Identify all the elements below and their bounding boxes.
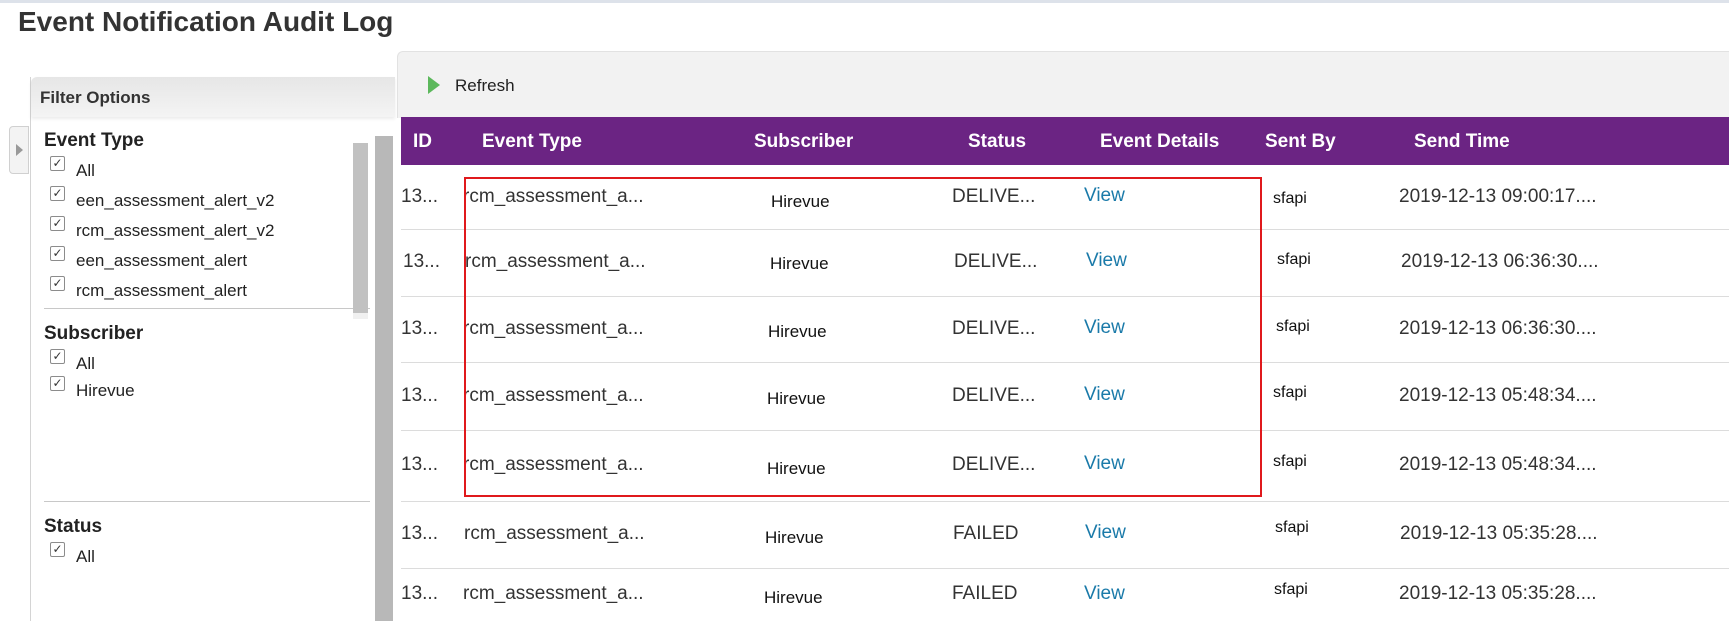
filter-option-label: een_assessment_alert_v2 [76, 191, 275, 210]
column-header-subscriber[interactable]: Subscriber [754, 131, 853, 153]
checkmark-icon[interactable]: ✓ [50, 216, 65, 231]
table-row[interactable]: 13... rcm_assessment_a... Hirevue DELIVE… [401, 297, 1729, 363]
cell-event-type: rcm_assessment_a... [463, 186, 644, 207]
filter-option-label: All [76, 354, 95, 373]
column-header-event-type[interactable]: Event Type [482, 131, 582, 153]
cell-send-time: 2019-12-13 05:48:34.... [1399, 385, 1597, 406]
cell-status: FAILED [953, 523, 1019, 544]
cell-sent-by: sfapi [1276, 318, 1310, 335]
filter-group-event-type-title: Event Type [44, 130, 144, 151]
cell-subscriber: Hirevue [771, 192, 830, 211]
checkmark-icon[interactable]: ✓ [50, 376, 65, 391]
table-row[interactable]: 13... rcm_assessment_a... Hirevue DELIVE… [401, 431, 1729, 502]
play-triangle-icon [428, 76, 440, 94]
cell-id: 13... [401, 454, 438, 475]
chevron-right-icon [16, 144, 23, 156]
cell-status: DELIVE... [952, 385, 1036, 406]
filter-option-label: All [76, 161, 95, 180]
cell-sent-by: sfapi [1277, 251, 1311, 268]
checkmark-icon[interactable]: ✓ [50, 156, 65, 171]
grid-toolbar: Refresh [397, 51, 1729, 118]
checkmark-icon[interactable]: ✓ [50, 186, 65, 201]
table-row[interactable]: 13... rcm_assessment_a... Hirevue DELIVE… [401, 165, 1729, 230]
filter-group-subscriber-title: Subscriber [44, 323, 144, 344]
filter-collapse-handle[interactable] [9, 126, 29, 174]
column-header-send-time[interactable]: Send Time [1414, 131, 1510, 153]
cell-subscriber: Hirevue [770, 254, 829, 273]
cell-send-time: 2019-12-13 05:48:34.... [1399, 454, 1597, 475]
checkmark-icon[interactable]: ✓ [50, 542, 65, 557]
audit-log-grid: Refresh ID Event Type Subscriber Status … [397, 51, 1729, 621]
column-header-event-details[interactable]: Event Details [1100, 131, 1219, 153]
cell-subscriber: Hirevue [768, 322, 827, 341]
table-row[interactable]: 13... rcm_assessment_a... Hirevue DELIVE… [401, 363, 1729, 431]
filter-header-label: Filter Options [40, 88, 151, 107]
table-row[interactable]: 13... rcm_assessment_a... Hirevue FAILED… [401, 569, 1729, 621]
cell-send-time: 2019-12-13 06:36:30.... [1399, 318, 1597, 339]
refresh-label: Refresh [455, 76, 515, 95]
view-details-link[interactable]: View [1084, 384, 1125, 406]
filter-option-label: Hirevue [76, 381, 135, 400]
checkmark-icon[interactable]: ✓ [50, 246, 65, 261]
cell-event-type: rcm_assessment_a... [463, 583, 644, 604]
checkmark-icon[interactable]: ✓ [50, 276, 65, 291]
table-header: ID Event Type Subscriber Status Event De… [401, 117, 1729, 165]
cell-status: DELIVE... [952, 186, 1036, 207]
column-header-sent-by[interactable]: Sent By [1265, 131, 1336, 153]
filter-option-label: rcm_assessment_alert_v2 [76, 221, 275, 240]
cell-subscriber: Hirevue [765, 528, 824, 547]
cell-send-time: 2019-12-13 05:35:28.... [1399, 583, 1597, 604]
cell-status: DELIVE... [954, 251, 1038, 272]
cell-sent-by: sfapi [1273, 384, 1307, 401]
cell-event-type: rcm_assessment_a... [463, 318, 644, 339]
cell-event-type: rcm_assessment_a... [463, 385, 644, 406]
cell-send-time: 2019-12-13 05:35:28.... [1400, 523, 1598, 544]
table-row[interactable]: 13... rcm_assessment_a... Hirevue DELIVE… [401, 230, 1729, 297]
table-row[interactable]: 13... rcm_assessment_a... Hirevue FAILED… [401, 502, 1729, 569]
checkmark-icon[interactable]: ✓ [50, 349, 65, 364]
panel-scrollbar[interactable] [375, 136, 393, 621]
view-details-link[interactable]: View [1085, 522, 1126, 544]
cell-subscriber: Hirevue [764, 588, 823, 607]
cell-id: 13... [403, 251, 440, 272]
filter-option-label: een_assessment_alert [76, 251, 248, 270]
filter-option-label: rcm_assessment_alert [76, 281, 248, 300]
filter-option-label: All [76, 547, 95, 566]
filter-divider [44, 501, 370, 502]
column-header-id[interactable]: ID [413, 131, 432, 153]
filter-header: Filter Options [31, 77, 395, 117]
cell-id: 13... [401, 385, 438, 406]
cell-event-type: rcm_assessment_a... [463, 454, 644, 475]
cell-sent-by: sfapi [1273, 453, 1307, 470]
view-details-link[interactable]: View [1084, 453, 1125, 475]
cell-id: 13... [401, 583, 438, 604]
cell-subscriber: Hirevue [767, 459, 826, 478]
page-title: Event Notification Audit Log [18, 6, 394, 37]
cell-sent-by: sfapi [1274, 581, 1308, 598]
filter-divider [44, 308, 370, 309]
cell-event-type: rcm_assessment_a... [465, 251, 646, 272]
filter-scrollbar-thumb[interactable] [353, 143, 368, 313]
cell-id: 13... [401, 318, 438, 339]
cell-subscriber: Hirevue [767, 389, 826, 408]
view-details-link[interactable]: View [1084, 185, 1125, 207]
cell-status: DELIVE... [952, 318, 1036, 339]
view-details-link[interactable]: View [1086, 250, 1127, 272]
cell-sent-by: sfapi [1275, 519, 1309, 536]
cell-sent-by: sfapi [1273, 190, 1307, 207]
column-header-status[interactable]: Status [968, 131, 1026, 153]
view-details-link[interactable]: View [1084, 317, 1125, 339]
cell-id: 13... [401, 523, 438, 544]
cell-event-type: rcm_assessment_a... [464, 523, 645, 544]
filter-panel: Filter Options Event Type ✓ All ✓ een_as… [30, 77, 395, 621]
view-details-link[interactable]: View [1084, 583, 1125, 605]
cell-id: 13... [401, 186, 438, 207]
cell-send-time: 2019-12-13 09:00:17.... [1399, 186, 1597, 207]
top-border [0, 0, 1729, 3]
cell-send-time: 2019-12-13 06:36:30.... [1401, 251, 1599, 272]
cell-status: FAILED [952, 583, 1018, 604]
cell-status: DELIVE... [952, 454, 1036, 475]
filter-group-status-title: Status [44, 516, 103, 537]
